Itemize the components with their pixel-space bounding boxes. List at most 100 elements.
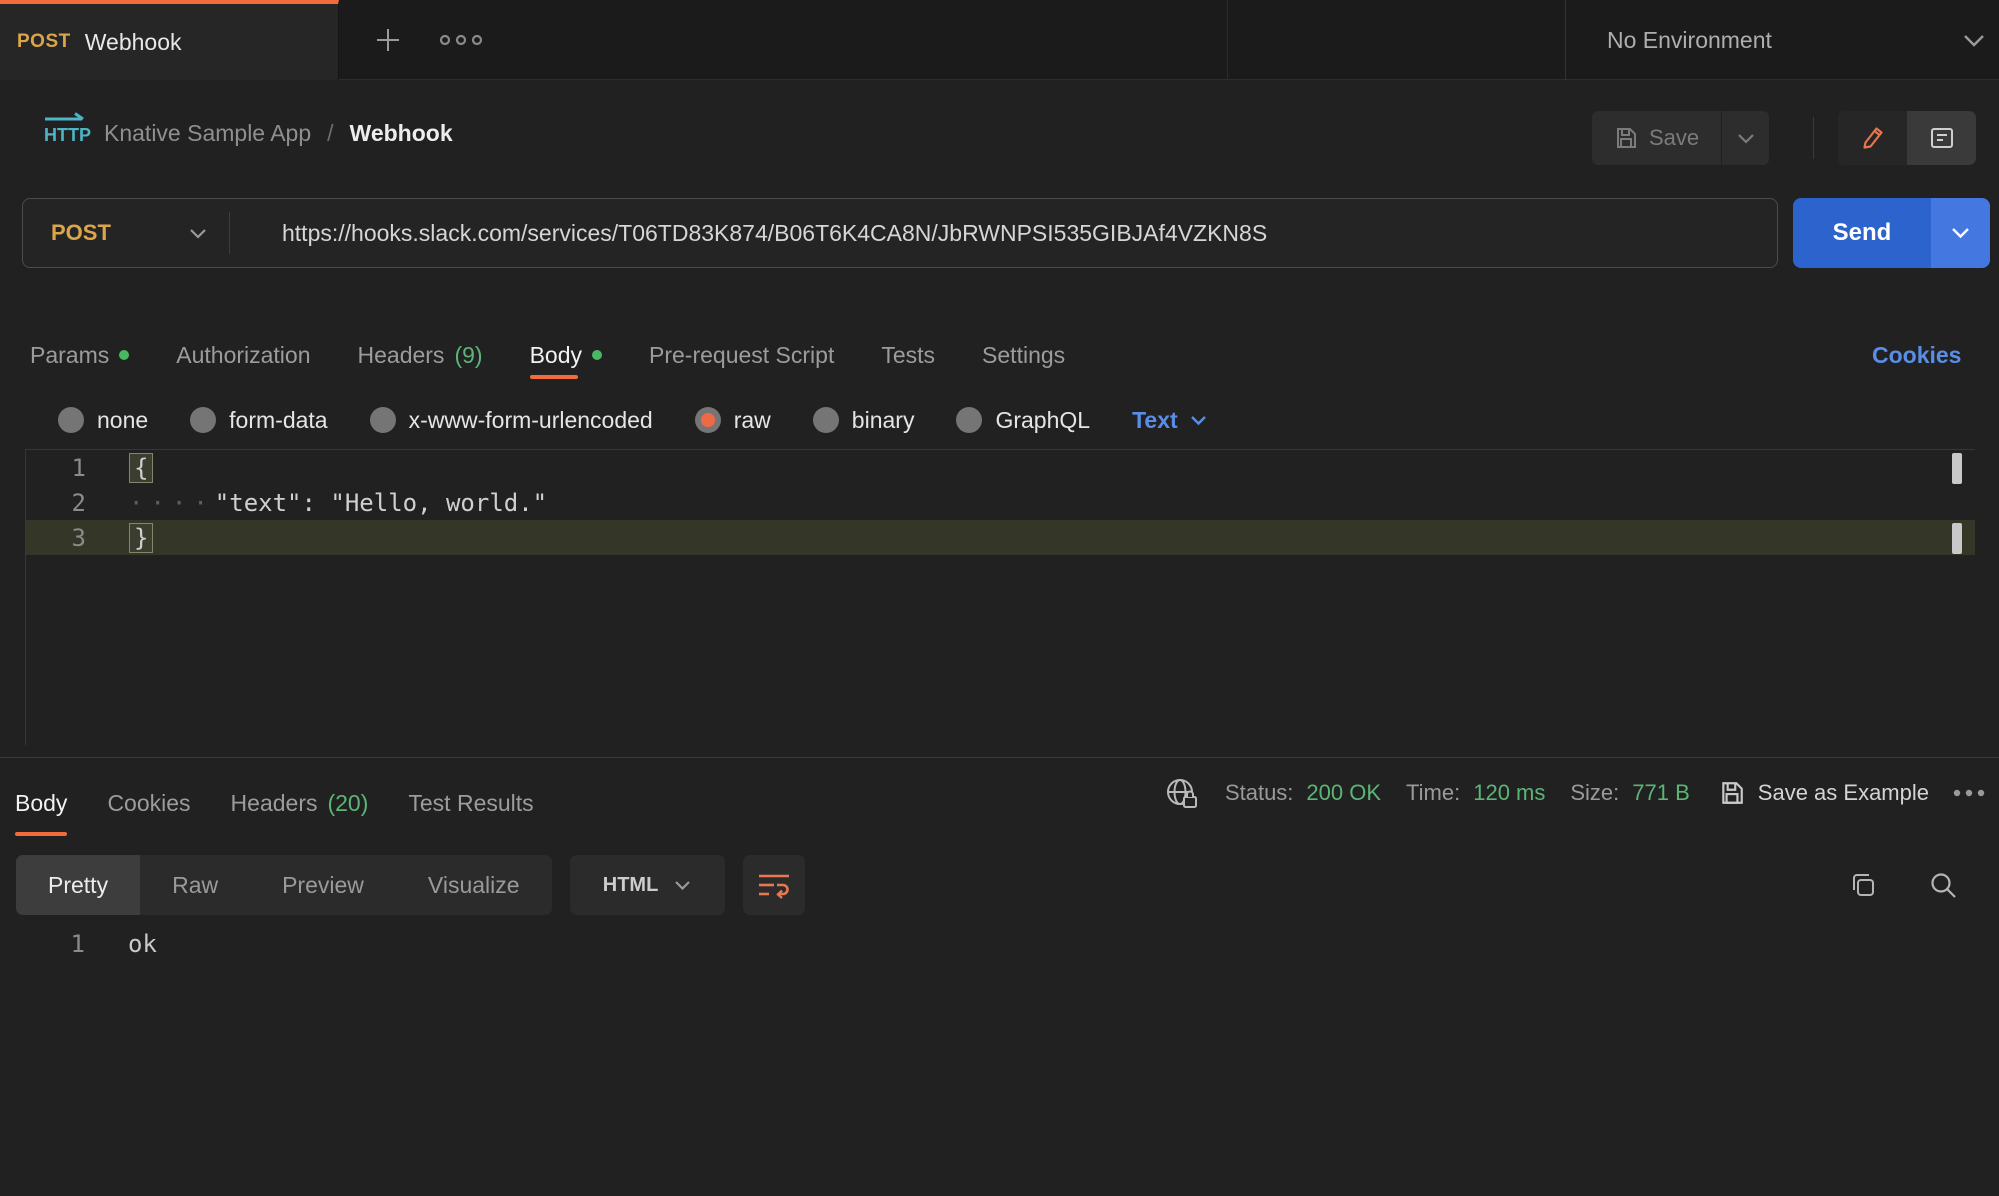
environment-selector[interactable]: No Environment: [1607, 0, 1985, 80]
mode-graphql[interactable]: GraphQL: [956, 407, 1090, 434]
response-tabs: Body Cookies Headers (20) Test Results: [15, 770, 534, 836]
mode-none[interactable]: none: [58, 407, 148, 434]
save-as-example-button[interactable]: Save as Example: [1719, 780, 1929, 806]
chevron-down-icon: [189, 228, 207, 239]
new-tab-button[interactable]: [355, 0, 421, 80]
time-value[interactable]: 120 ms: [1473, 780, 1545, 806]
request-body-editor[interactable]: 1 { 2 ····"text": "Hello, world." 3 }: [25, 449, 1975, 745]
copy-icon: [1848, 870, 1878, 900]
save-button-label: Save: [1649, 125, 1699, 151]
cookies-link[interactable]: Cookies: [1872, 331, 1961, 379]
view-pretty[interactable]: Pretty: [16, 855, 140, 915]
network-globe-lock-icon[interactable]: [1164, 775, 1200, 811]
bracket-highlight: {: [129, 453, 153, 483]
headers-count: (9): [454, 342, 482, 369]
plus-icon: [373, 25, 403, 55]
send-options-button[interactable]: [1931, 198, 1990, 268]
response-tab-body[interactable]: Body: [15, 770, 67, 836]
format-label: HTML: [603, 874, 659, 897]
tab-pre-request-script[interactable]: Pre-request Script: [649, 331, 834, 379]
status-value[interactable]: 200 OK: [1306, 780, 1381, 806]
radio-icon[interactable]: [190, 407, 216, 433]
response-tab-headers[interactable]: Headers (20): [231, 770, 369, 836]
header-divider: [1813, 117, 1814, 159]
tab-headers[interactable]: Headers (9): [358, 331, 483, 379]
scrollbar-mark[interactable]: [1952, 523, 1962, 554]
whitespace-dots: ····: [129, 489, 215, 517]
wrap-lines-button[interactable]: [743, 855, 805, 915]
editor-line[interactable]: 2 ····"text": "Hello, world.": [26, 485, 1975, 520]
tab-label: Tests: [881, 342, 935, 369]
send-button[interactable]: Send: [1793, 198, 1931, 268]
breadcrumb-collection[interactable]: Knative Sample App: [104, 120, 311, 147]
mode-raw[interactable]: raw: [695, 407, 771, 434]
tab-authorization[interactable]: Authorization: [176, 331, 310, 379]
save-button[interactable]: Save: [1592, 111, 1722, 165]
documentation-toggle-group: [1838, 111, 1976, 165]
tab-label: Pre-request Script: [649, 342, 834, 369]
view-visualize[interactable]: Visualize: [396, 855, 552, 915]
response-body-line[interactable]: 1 ok: [25, 926, 157, 961]
http-request-icon: HTTP: [42, 112, 92, 146]
copy-response-button[interactable]: [1848, 870, 1878, 900]
response-more-options-icon[interactable]: [1952, 788, 1986, 798]
params-dot-indicator: [119, 350, 129, 360]
comments-button[interactable]: [1907, 111, 1976, 165]
bracket-highlight: }: [129, 523, 153, 553]
search-icon: [1928, 870, 1958, 900]
size-value[interactable]: 771 B: [1632, 780, 1690, 806]
line-code: {: [86, 453, 153, 483]
response-tab-cookies[interactable]: Cookies: [107, 770, 190, 836]
radio-selected-icon[interactable]: [695, 407, 721, 433]
view-raw[interactable]: Raw: [140, 855, 250, 915]
tab-tests[interactable]: Tests: [881, 331, 935, 379]
request-tab[interactable]: POST Webhook: [0, 0, 339, 80]
save-options-button[interactable]: [1722, 111, 1769, 165]
tab-label: Body: [530, 342, 582, 369]
editor-line-current[interactable]: 3 }: [26, 520, 1975, 555]
tab-settings[interactable]: Settings: [982, 331, 1065, 379]
tab-params[interactable]: Params: [30, 331, 129, 379]
tab-body[interactable]: Body: [530, 331, 602, 379]
method-selector[interactable]: POST: [23, 220, 229, 246]
editor-line[interactable]: 1 {: [26, 450, 1975, 485]
environment-divider: [1565, 0, 1566, 80]
mode-x-www-form-urlencoded[interactable]: x-www-form-urlencoded: [370, 407, 653, 434]
more-options-icon: [439, 34, 483, 46]
headers-count: (20): [327, 790, 368, 817]
chevron-down-icon: [674, 880, 691, 891]
view-switcher: Pretty Raw Preview Visualize: [16, 855, 552, 915]
tab-title-label: Webhook: [85, 29, 182, 56]
tab-label: Test Results: [408, 790, 533, 817]
code-text: "text": "Hello, world.": [215, 489, 547, 517]
raw-format-selector[interactable]: Text: [1132, 407, 1207, 434]
tab-label: Authorization: [176, 342, 310, 369]
response-view-toolbar: Pretty Raw Preview Visualize HTML: [16, 855, 805, 915]
line-number: 1: [26, 454, 86, 482]
radio-icon[interactable]: [58, 407, 84, 433]
mode-label: x-www-form-urlencoded: [409, 407, 653, 434]
save-floppy-icon: [1719, 780, 1745, 806]
radio-icon[interactable]: [370, 407, 396, 433]
radio-icon[interactable]: [956, 407, 982, 433]
edit-request-button[interactable]: [1838, 111, 1907, 165]
view-preview[interactable]: Preview: [250, 855, 396, 915]
scrollbar-mark[interactable]: [1952, 453, 1962, 484]
response-separator: [0, 757, 1999, 758]
search-response-button[interactable]: [1928, 870, 1958, 900]
postman-window: POST Webhook No Environment: [0, 0, 1999, 1196]
response-format-selector[interactable]: HTML: [570, 855, 725, 915]
tab-label: Cookies: [107, 790, 190, 817]
tab-label: Headers: [358, 342, 445, 369]
pencil-icon: [1860, 125, 1886, 151]
line-code: }: [86, 523, 153, 553]
url-input[interactable]: https://hooks.slack.com/services/T06TD83…: [230, 220, 1267, 247]
tab-label: Settings: [982, 342, 1065, 369]
chevron-down-icon: [1951, 227, 1970, 239]
breadcrumb-request-name[interactable]: Webhook: [350, 120, 453, 147]
mode-form-data[interactable]: form-data: [190, 407, 327, 434]
response-tab-test-results[interactable]: Test Results: [408, 770, 533, 836]
mode-binary[interactable]: binary: [813, 407, 915, 434]
tab-options-button[interactable]: [428, 0, 494, 80]
radio-icon[interactable]: [813, 407, 839, 433]
